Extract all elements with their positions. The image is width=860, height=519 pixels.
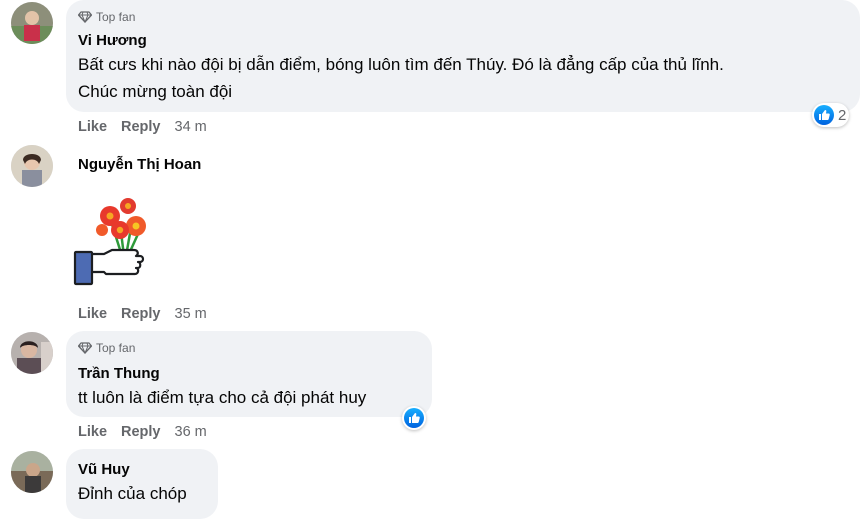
- comment-text-line: Đỉnh của chóp: [78, 484, 187, 503]
- top-fan-label: Top fan: [96, 10, 136, 24]
- comment-text-line: Chúc mừng toàn đội: [78, 82, 233, 101]
- avatar[interactable]: [11, 145, 53, 187]
- comment-timestamp[interactable]: 35 m: [175, 306, 207, 322]
- like-button[interactable]: Like: [78, 424, 107, 440]
- top-fan-badge: Top fan: [78, 340, 135, 356]
- reaction-count-number: 2: [838, 106, 847, 124]
- flower-bouquet-hand-sticker: [72, 194, 158, 290]
- top-fan-badge: Top fan: [78, 9, 135, 25]
- comment-author[interactable]: Nguyễn Thị Hoan: [78, 156, 201, 173]
- comment-actions: Like Reply 34 m: [78, 117, 207, 137]
- reply-button[interactable]: Reply: [121, 119, 161, 135]
- comment-timestamp[interactable]: 34 m: [175, 119, 207, 135]
- reaction-count[interactable]: 2: [812, 103, 850, 127]
- comment-bubble: Vũ Huy Đỉnh của chóp: [66, 449, 218, 519]
- comment-author[interactable]: Trần Thung: [78, 365, 160, 382]
- avatar[interactable]: [11, 332, 53, 374]
- top-fan-label: Top fan: [96, 341, 136, 355]
- reaction-count[interactable]: [402, 406, 426, 430]
- comment-text-line: Bất cưs khi nào đội bị dẫn điểm, bóng lu…: [78, 55, 724, 74]
- comment-text-line: tt luôn là điểm tựa cho cả đội phát huy: [78, 388, 367, 407]
- like-reaction-icon: [814, 105, 834, 125]
- comment-actions: Like Reply 36 m: [78, 422, 207, 442]
- diamond-icon: [78, 11, 92, 23]
- comment-author[interactable]: Vũ Huy: [78, 461, 130, 478]
- like-button[interactable]: Like: [78, 119, 107, 135]
- reply-button[interactable]: Reply: [121, 306, 161, 322]
- like-button[interactable]: Like: [78, 306, 107, 322]
- comment-bubble: Top fan Trần Thung tt luôn là điểm tựa c…: [66, 331, 432, 417]
- like-reaction-icon: [404, 408, 424, 428]
- comment-author[interactable]: Vi Hương: [78, 32, 147, 49]
- avatar[interactable]: [11, 451, 53, 493]
- comment-timestamp[interactable]: 36 m: [175, 424, 207, 440]
- avatar[interactable]: [11, 2, 53, 44]
- diamond-icon: [78, 342, 92, 354]
- comment-bubble: Top fan Vi Hương Bất cưs khi nào đội bị …: [66, 0, 860, 112]
- reply-button[interactable]: Reply: [121, 424, 161, 440]
- comment-actions: Like Reply 35 m: [78, 304, 207, 324]
